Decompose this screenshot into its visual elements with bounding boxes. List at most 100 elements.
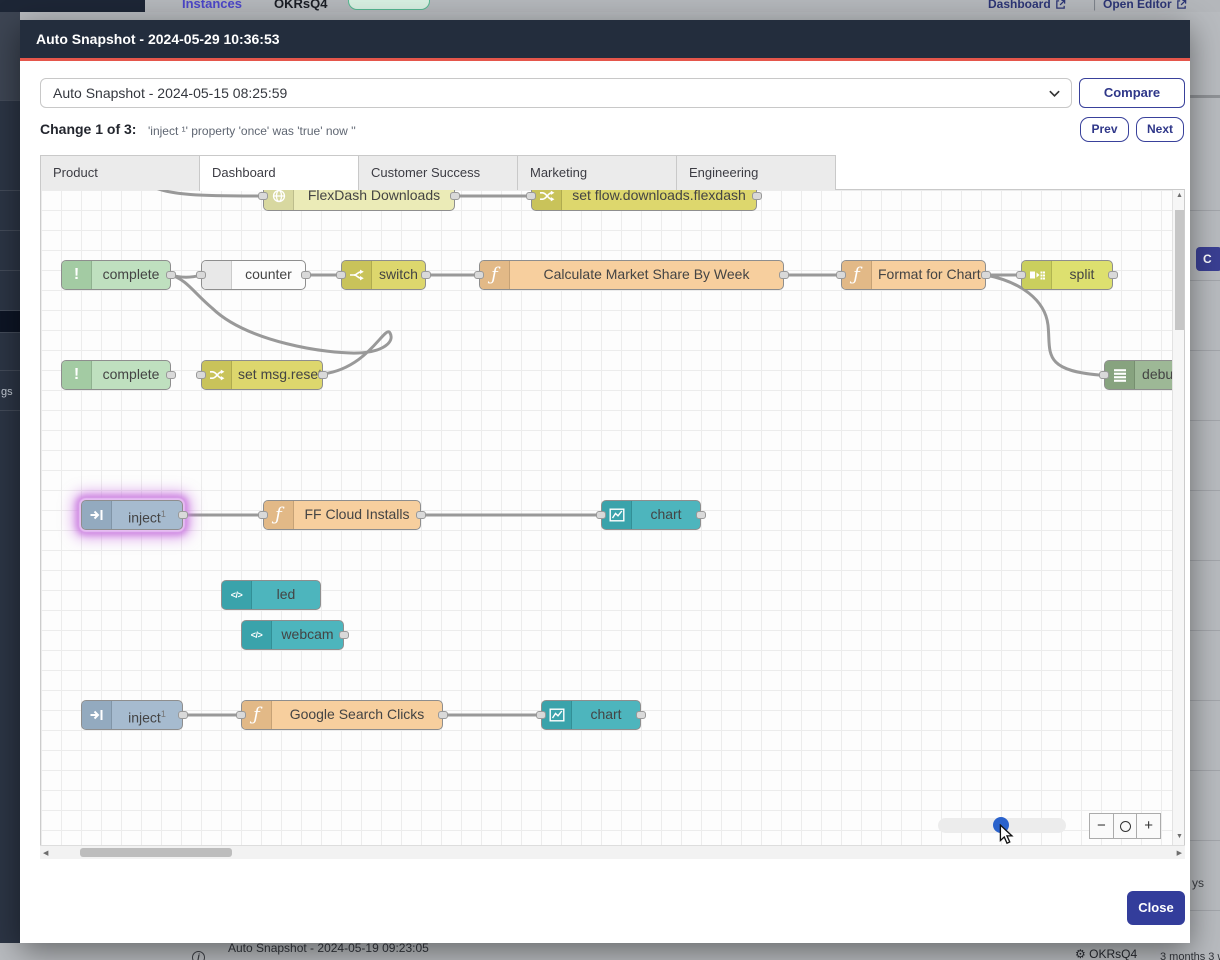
flow-node-flexdash-downloads[interactable]: FlexDash Downloads bbox=[263, 190, 455, 211]
output-port bbox=[696, 511, 706, 519]
zoom-in-button[interactable]: + bbox=[1136, 814, 1160, 838]
snapshot-select[interactable]: Auto Snapshot - 2024-05-15 08:25:59 bbox=[40, 78, 1072, 108]
underlay-age-fragment: 3 months 3 weeks 4 d bbox=[1160, 951, 1220, 960]
flow-node-inject-1[interactable]: inject1 bbox=[81, 500, 183, 530]
split-icon bbox=[1022, 261, 1052, 289]
topbar-dark-corner bbox=[0, 0, 145, 12]
flow-node-split[interactable]: split bbox=[1021, 260, 1113, 290]
chart-icon bbox=[602, 501, 632, 529]
table-row-divider bbox=[1190, 350, 1220, 351]
sidebar-divider bbox=[0, 310, 20, 311]
prev-button[interactable]: Prev bbox=[1080, 117, 1129, 142]
output-port bbox=[752, 192, 762, 200]
status-badge bbox=[348, 0, 430, 10]
node-label: Format for Chart bbox=[872, 261, 985, 289]
flow-node-ff-cloud-installs[interactable]: ƒFF Cloud Installs bbox=[263, 500, 421, 530]
sidebar-divider bbox=[0, 410, 20, 411]
exclamation-icon: ! bbox=[62, 361, 92, 389]
flow-canvas[interactable]: FlexDash Downloads set flow.downloads.fle… bbox=[40, 190, 1185, 845]
input-port bbox=[196, 371, 206, 379]
flow-node-chart-1[interactable]: chart bbox=[601, 500, 701, 530]
next-button[interactable]: Next bbox=[1136, 117, 1184, 142]
node-label: switch bbox=[372, 261, 425, 289]
table-row-divider bbox=[1190, 630, 1220, 631]
chart-icon bbox=[542, 701, 572, 729]
input-port bbox=[596, 511, 606, 519]
node-label: Calculate Market Share By Week bbox=[510, 261, 783, 289]
table-row-divider bbox=[1190, 560, 1220, 561]
scroll-down-icon[interactable]: ▼ bbox=[1176, 833, 1183, 840]
modal-header: Auto Snapshot - 2024-05-29 10:36:53 bbox=[20, 20, 1190, 58]
node-label: inject1 bbox=[112, 501, 182, 529]
divider bbox=[1190, 95, 1220, 98]
output-port bbox=[339, 631, 349, 639]
underlay-compare-button-fragment[interactable]: C bbox=[1196, 247, 1220, 271]
instances-breadcrumb[interactable]: Instances bbox=[182, 0, 242, 11]
zoom-button-group: − + bbox=[1089, 813, 1161, 839]
flow-node-webcam[interactable]: </>webcam bbox=[241, 620, 344, 650]
change-description: 'inject ¹' property 'once' was 'true' no… bbox=[148, 124, 356, 138]
output-port bbox=[318, 371, 328, 379]
input-port bbox=[536, 711, 546, 719]
flow-node-switch[interactable]: switch bbox=[341, 260, 426, 290]
flow-node-set-flow-downloads-flexdash[interactable]: set flow.downloads.flexdash bbox=[531, 190, 757, 211]
tab-engineering[interactable]: Engineering bbox=[676, 155, 836, 190]
dashboard-link[interactable]: Dashboard bbox=[988, 0, 1066, 11]
output-port bbox=[166, 271, 176, 279]
underlay-text-fragment: ys bbox=[1192, 876, 1204, 890]
node-label: set flow.downloads.flexdash bbox=[562, 190, 756, 210]
scroll-left-icon[interactable]: ◀ bbox=[43, 849, 48, 857]
flow-node-set-msg-reset[interactable]: set msg.reset bbox=[201, 360, 323, 390]
node-label: counter bbox=[232, 261, 305, 289]
flow-node-led[interactable]: </>led bbox=[221, 580, 321, 610]
scroll-up-icon[interactable]: ▲ bbox=[1176, 192, 1183, 199]
zoom-reset-button[interactable] bbox=[1113, 814, 1137, 838]
scroll-right-icon[interactable]: ▶ bbox=[1177, 849, 1182, 857]
sidebar-active-item[interactable] bbox=[0, 310, 20, 332]
vertical-scroll-thumb[interactable] bbox=[1175, 210, 1184, 330]
compare-button[interactable]: Compare bbox=[1079, 78, 1185, 108]
input-port bbox=[1016, 271, 1026, 279]
function-icon: ƒ bbox=[480, 261, 510, 289]
code-icon: </> bbox=[222, 581, 252, 609]
flow-node-chart-2[interactable]: chart bbox=[541, 700, 641, 730]
flow-node-complete-1[interactable]: !complete bbox=[61, 260, 171, 290]
horizontal-scroll-thumb[interactable] bbox=[80, 848, 232, 857]
node-label: split bbox=[1052, 261, 1112, 289]
tab-marketing[interactable]: Marketing bbox=[517, 155, 677, 190]
input-port bbox=[236, 711, 246, 719]
flow-node-format-for-chart[interactable]: ƒFormat for Chart bbox=[841, 260, 986, 290]
table-row-divider bbox=[1190, 490, 1220, 491]
flow-node-complete-2[interactable]: !complete bbox=[61, 360, 171, 390]
input-port bbox=[258, 511, 268, 519]
input-port bbox=[474, 271, 484, 279]
flow-node-calculate-market-share-by-week[interactable]: ƒCalculate Market Share By Week bbox=[479, 260, 784, 290]
open-editor-link-label: Open Editor bbox=[1103, 0, 1172, 11]
tab-customer-success[interactable]: Customer Success bbox=[358, 155, 518, 190]
debug-icon bbox=[1105, 361, 1135, 389]
gear-icon: ⚙ bbox=[1075, 947, 1086, 960]
table-row-divider bbox=[1190, 840, 1220, 841]
sidebar-divider bbox=[0, 370, 20, 371]
background-right-sliver: C ys bbox=[1190, 12, 1220, 960]
node-label: webcam bbox=[272, 621, 343, 649]
output-port bbox=[450, 192, 460, 200]
output-port bbox=[416, 511, 426, 519]
node-label: Google Search Clicks bbox=[272, 701, 442, 729]
output-port bbox=[779, 271, 789, 279]
node-label: FF Cloud Installs bbox=[294, 501, 420, 529]
flow-node-google-search-clicks[interactable]: ƒGoogle Search Clicks bbox=[241, 700, 443, 730]
close-button[interactable]: Close bbox=[1127, 891, 1185, 925]
open-editor-link[interactable]: Open Editor bbox=[1103, 0, 1187, 11]
tab-product[interactable]: Product bbox=[40, 155, 200, 190]
tab-dashboard[interactable]: Dashboard bbox=[199, 155, 359, 191]
output-port bbox=[421, 271, 431, 279]
flow-node-inject-2[interactable]: inject1 bbox=[81, 700, 183, 730]
canvas-horizontal-scrollbar[interactable]: ◀ ▶ bbox=[40, 845, 1185, 859]
canvas-vertical-scrollbar[interactable]: ▲ ▼ bbox=[1172, 190, 1185, 845]
zoom-out-button[interactable]: − bbox=[1090, 814, 1113, 838]
shuffle-icon bbox=[532, 190, 562, 210]
flow-node-counter[interactable]: counter bbox=[201, 260, 306, 290]
node-label: FlexDash Downloads bbox=[294, 190, 454, 210]
output-port bbox=[178, 711, 188, 719]
